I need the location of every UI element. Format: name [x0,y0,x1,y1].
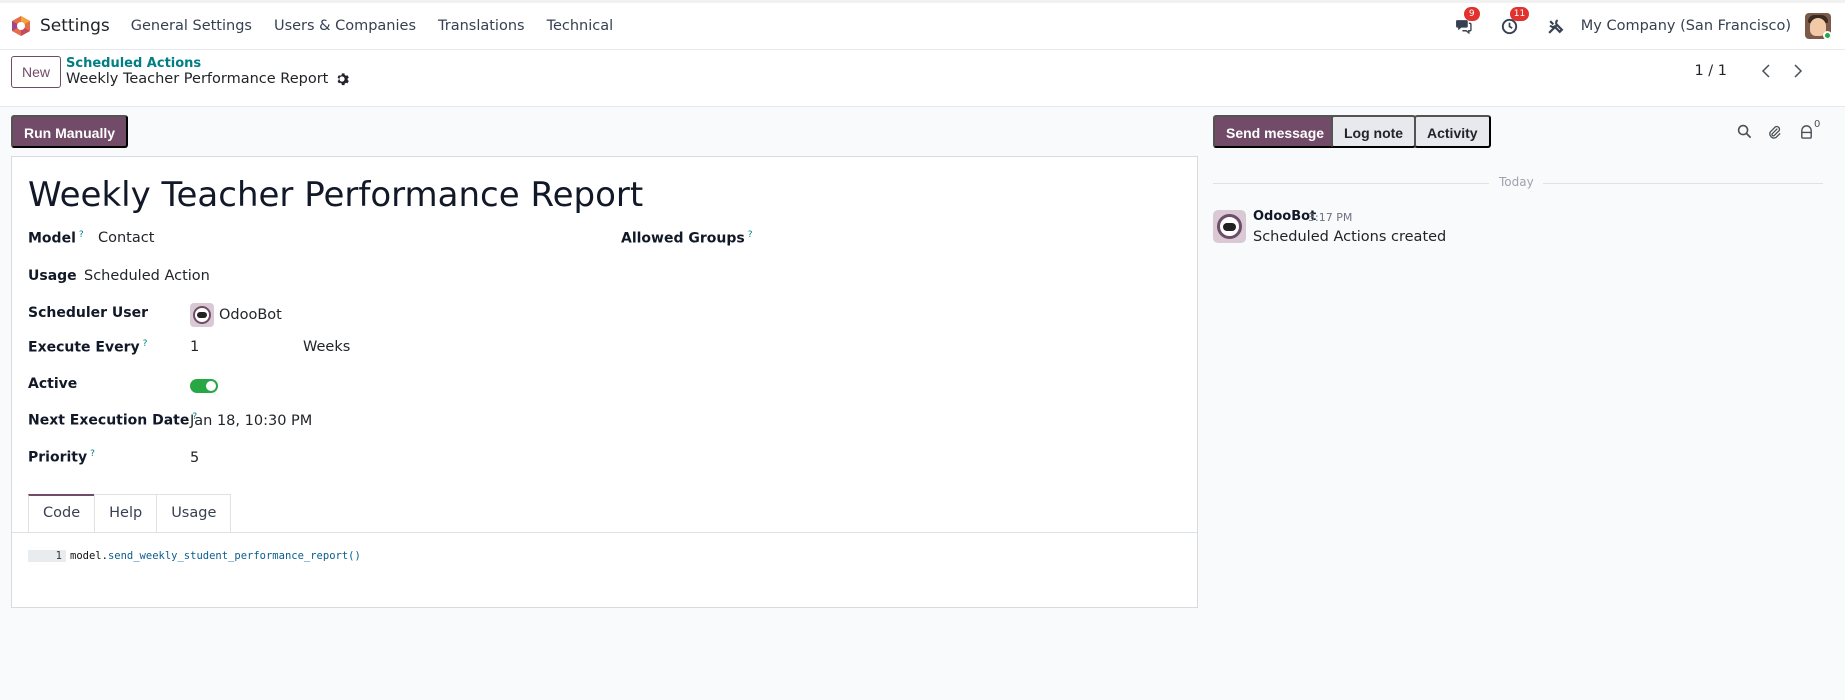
chevron-right-icon [1794,64,1803,78]
log-note-button[interactable]: Log note [1331,115,1417,148]
interval-type-field[interactable]: Weeks [303,339,350,355]
code-object: model [70,550,102,562]
attachments-button[interactable] [1765,122,1783,140]
active-label: Active [28,376,78,392]
pager-value[interactable]: 1 / 1 [1694,63,1727,79]
messages-badge: 9 [1463,7,1480,21]
tab-divider [12,532,1197,533]
pager-previous-button[interactable] [1755,59,1777,83]
scheduler-user-field[interactable]: OdooBot [190,303,282,327]
activities-badge: 11 [1509,7,1530,21]
user-avatar[interactable] [1805,13,1831,39]
control-panel: New Scheduled Actions Weekly Teacher Per… [0,50,1845,107]
tab-usage[interactable]: Usage [156,494,232,532]
help-tooltip-icon[interactable]: ? [90,449,95,459]
message-author-avatar[interactable] [1213,210,1246,243]
active-toggle-field[interactable] [190,379,218,393]
company-switcher[interactable]: My Company (San Francisco) [1581,18,1791,34]
run-manually-button[interactable]: Run Manually [11,115,129,148]
search-icon [1737,124,1751,138]
usage-field[interactable]: Scheduled Action [84,268,210,284]
messages-button[interactable]: 9 [1453,7,1480,37]
menu-general-settings[interactable]: General Settings [131,18,252,34]
tools-icon [1548,18,1564,34]
breadcrumb-current-label: Weekly Teacher Performance Report [66,71,329,87]
tab-code[interactable]: Code [28,494,96,532]
new-button[interactable]: New [11,56,62,88]
help-tooltip-icon[interactable]: ? [79,230,84,240]
code-method: send_weekly_student_performance_report() [107,550,361,562]
menu-users-companies[interactable]: Users & Companies [274,18,416,34]
record-title[interactable]: Weekly Teacher Performance Report [28,175,643,215]
activities-button[interactable]: 11 [1499,7,1530,37]
model-field[interactable]: Contact [98,230,154,246]
app-name[interactable]: Settings [40,16,110,36]
chevron-left-icon [1761,64,1770,78]
breadcrumb-scheduled-actions[interactable]: Scheduled Actions [66,56,201,71]
notebook-tabs: Code Help Usage [28,494,232,532]
interval-number-field[interactable]: 1 [190,339,199,355]
priority-field[interactable]: 5 [190,450,199,466]
tab-help[interactable]: Help [94,494,158,532]
paperclip-icon [1768,125,1781,139]
send-message-button[interactable]: Send message [1213,115,1338,148]
allowed-groups-label: Allowed Groups? [621,230,753,247]
odoo-app-icon[interactable] [10,15,32,37]
next-execution-date-label: Next Execution Date? [28,412,198,429]
code-editor[interactable]: 1 model. send_weekly_student_performance_… [28,550,361,562]
next-execution-date-field[interactable]: Jan 18, 10:30 PM [190,413,312,429]
active-toggle[interactable] [190,379,218,393]
user-icon [1800,124,1812,139]
debug-tools-button[interactable] [1545,15,1567,37]
date-separator: Today [1213,175,1823,191]
model-label: Model? [28,230,84,247]
scheduler-user-label: Scheduler User [28,305,149,321]
search-messages-button[interactable] [1735,122,1753,140]
line-number: 1 [28,550,66,562]
gear-icon[interactable] [335,72,350,86]
pager-next-button[interactable] [1787,59,1809,83]
message-author[interactable]: OdooBot [1253,209,1316,224]
activity-button[interactable]: Activity [1414,115,1491,148]
priority-label: Priority? [28,449,95,466]
date-separator-label: Today [1499,175,1534,189]
help-tooltip-icon[interactable]: ? [748,230,753,240]
execute-every-label: Execute Every? [28,339,148,356]
odoobot-avatar [190,303,214,327]
top-navbar: Settings General Settings Users & Compan… [0,0,1845,50]
menu-technical[interactable]: Technical [547,18,614,34]
breadcrumb-current: Weekly Teacher Performance Report [66,71,350,87]
help-tooltip-icon[interactable]: ? [143,339,148,349]
online-status-dot [1823,31,1831,39]
followers-button[interactable] [1797,122,1815,140]
followers-count: 0 [1814,119,1821,130]
message-body: Scheduled Actions created [1253,229,1447,245]
form-sheet: Weekly Teacher Performance Report Model?… [11,156,1198,608]
menu-translations[interactable]: Translations [438,18,525,34]
usage-label: Usage [28,268,77,284]
message-time: 3:17 PM [1308,211,1353,224]
scheduler-user-value: OdooBot [219,307,282,323]
